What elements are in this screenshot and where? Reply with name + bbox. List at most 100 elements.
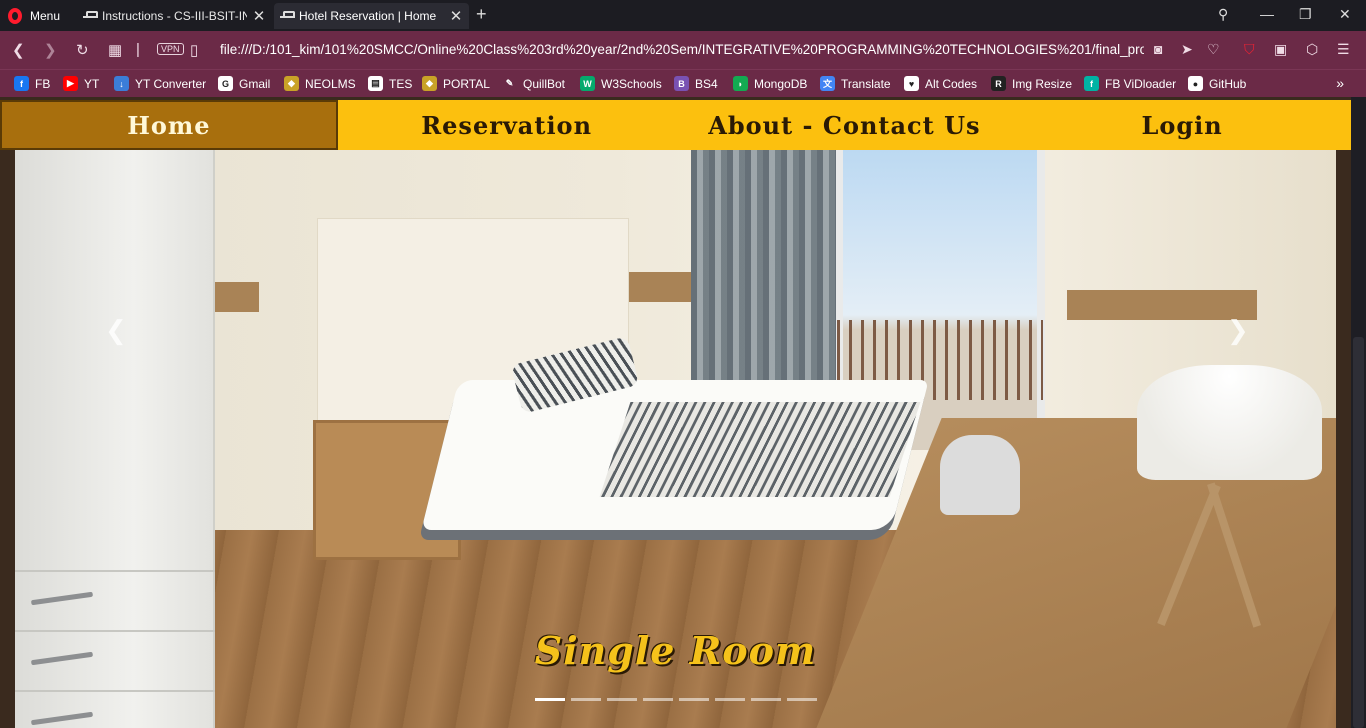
new-tab-icon[interactable]: + [476,4,487,25]
bookmark-mongodb[interactable]: ◗ MongoDB [733,76,807,91]
carousel-indicator[interactable] [751,698,781,701]
url-field[interactable]: file:///D:/101_kim/101%20SMCC/Online%20C… [220,42,1144,57]
bookmark-translate[interactable]: 文 Translate [820,76,891,91]
bookmark-favicon-icon: f [14,76,29,91]
bookmark-label: PORTAL [443,76,490,91]
bookmark-label: NEOLMS [305,76,356,91]
bookmark-label: FB [35,76,51,91]
tab-label: Instructions - CS-III-BSIT-IN [102,9,247,23]
camera-icon[interactable]: ◙ [1154,41,1162,57]
bookmark-label: Translate [841,76,891,91]
bookmark-favicon-icon: f [1084,76,1099,91]
bookmark-favicon-icon: W [580,76,595,91]
browser-tab-instructions[interactable]: Instructions - CS-III-BSIT-IN ✕ [77,3,272,29]
close-tab-icon[interactable]: ✕ [449,7,463,25]
carousel-indicator[interactable] [535,698,565,701]
room-carousel: ❮ ❯ Single Room [15,150,1336,728]
bookmark-label: MongoDB [754,76,808,91]
bookmark-label: BS4 [695,76,718,91]
bookmark-favicon-icon: ● [1188,76,1203,91]
bookmark-yt[interactable]: ▶ YT [63,76,99,91]
bookmark-img-resize[interactable]: R Img Resize [991,76,1072,91]
bookmarks-bar: » f FB ▶ YT ↓ YT Converter G Gmail ◆ NEOLMS ▤ TES ◆ P… [0,69,1366,97]
bookmark-label: YT [84,76,100,91]
bookmark-bs4[interactable]: B BS4 [674,76,718,91]
bookmark-label: Alt Codes [925,76,978,91]
page-viewport: Home Reservation About - Contact Us Logi… [0,97,1366,728]
heart-icon[interactable]: ♡ [1207,41,1220,58]
carousel-indicator[interactable] [571,698,601,701]
cube-icon[interactable]: ⬡ [1306,41,1318,58]
bookmark-label: YT Converter [135,76,207,91]
bookmark-alt-codes[interactable]: ♥ Alt Codes [904,76,977,91]
browser-tab-hotel[interactable]: Hotel Reservation | Home ✕ [274,3,469,29]
menu-label: Menu [30,9,61,23]
forward-icon[interactable]: ❯ [44,41,57,59]
close-window-icon[interactable]: ✕ [1339,6,1351,23]
bookmark-gmail[interactable]: G Gmail [218,76,270,91]
carousel-indicator[interactable] [715,698,745,701]
bookmark-quillbot[interactable]: ✎ QuillBot [502,76,565,91]
bookmark-fb-vidloader[interactable]: f FB ViDloader [1084,76,1176,91]
bookmark-favicon-icon: ▤ [368,76,383,91]
bookmark-tes[interactable]: ▤ TES [368,76,412,91]
bookmark-neolms[interactable]: ◆ NEOLMS [284,76,356,91]
back-icon[interactable]: ❮ [12,41,25,59]
reload-icon[interactable]: ↻ [76,41,89,59]
bookmark-w3schools[interactable]: W W3Schools [580,76,662,91]
easy-setup-icon[interactable]: ☰ [1337,41,1350,58]
adblock-shield-icon[interactable]: ⛉ [1244,41,1255,58]
more-bookmarks-icon[interactable]: » [1336,75,1344,91]
bookmark-favicon-icon: R [991,76,1006,91]
close-tab-icon[interactable]: ✕ [252,7,266,25]
carousel-indicator[interactable] [679,698,709,701]
carousel-indicator[interactable] [787,698,817,701]
bookmark-favicon-icon: ◆ [284,76,299,91]
carousel-indicators [535,698,817,701]
bookmark-favicon-icon: ♥ [904,76,919,91]
bookmark-label: QuillBot [523,76,566,91]
carousel-prev-icon[interactable]: ❮ [105,316,127,346]
search-icon[interactable]: ⚲ [1218,6,1228,23]
minimize-icon[interactable]: — [1260,6,1274,22]
page-scrollbar[interactable] [1351,97,1366,728]
nav-about-contact-link[interactable]: About - Contact Us [676,100,1014,150]
opera-logo-icon [8,8,22,24]
bookmark-label: TES [389,76,413,91]
bookmark-label: Img Resize [1012,76,1073,91]
incognito-hat-icon [83,11,98,21]
bookmark-favicon-icon: ↓ [114,76,129,91]
carousel-caption: Single Room [534,628,817,673]
tabs-grid-icon[interactable]: ▦ [108,41,122,59]
bookmark-favicon-icon: ◗ [733,76,748,91]
address-bar: ❮ ❯ ↻ ▦ | VPN ▯ file:///D:/101_kim/101%2… [0,31,1366,69]
incognito-hat-icon [280,11,295,21]
bookmark-favicon-icon: 文 [820,76,835,91]
carousel-indicator[interactable] [607,698,637,701]
carousel-indicator[interactable] [643,698,673,701]
bookmark-favicon-icon: G [218,76,233,91]
separator: | [136,41,140,58]
scrollbar-thumb[interactable] [1353,337,1364,728]
bookmark-yt-converter[interactable]: ↓ YT Converter [114,76,206,91]
bookmark-favicon-icon: ▶ [63,76,78,91]
site-navbar: Home Reservation About - Contact Us Logi… [0,100,1351,150]
bookmark-favicon-icon: B [674,76,689,91]
send-icon[interactable]: ➤ [1181,41,1193,58]
opera-menu-button[interactable]: Menu [8,7,60,25]
nav-reservation-link[interactable]: Reservation [338,100,676,150]
extension-icon[interactable]: ▣ [1274,41,1287,58]
nav-home-link[interactable]: Home [0,100,338,150]
bookmark-fb[interactable]: f FB [14,76,50,91]
bookmark-portal[interactable]: ◆ PORTAL [422,76,490,91]
carousel-next-icon[interactable]: ❯ [1227,316,1249,346]
tab-label: Hotel Reservation | Home [299,9,437,23]
bookmark-github[interactable]: ● GitHub [1188,76,1246,91]
bookmark-label: Gmail [239,76,271,91]
vpn-badge[interactable]: VPN [157,43,184,55]
restore-icon[interactable]: ❐ [1299,6,1312,23]
nav-login-link[interactable]: Login [1013,100,1351,150]
bookmark-favicon-icon: ✎ [502,76,517,91]
bookmark-label: GitHub [1209,76,1247,91]
bookmark-favicon-icon: ◆ [422,76,437,91]
